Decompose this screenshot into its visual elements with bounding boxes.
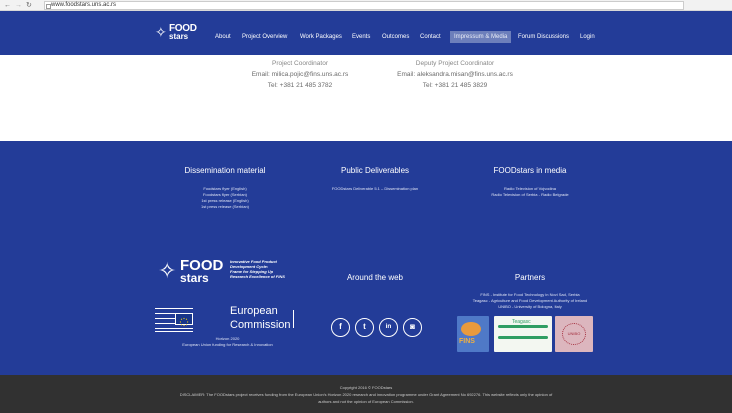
dissemination-title: Dissemination material [184, 166, 266, 175]
nav-impressum-media[interactable]: Impressum & Media [450, 31, 512, 43]
nav-login[interactable]: Login [580, 33, 595, 41]
european-commission-logo: European Commission [155, 304, 300, 334]
forward-icon[interactable]: → [15, 1, 22, 10]
back-icon[interactable]: ← [4, 1, 11, 10]
running-figure-icon: ✧ [158, 258, 177, 283]
contact-email[interactable]: Email: aleksandra.misan@fins.uns.ac.rs [380, 69, 530, 80]
contact-email[interactable]: Email: milica.pojic@fins.uns.ac.rs [230, 69, 370, 80]
twitter-icon[interactable]: t [355, 318, 374, 337]
instagram-icon[interactable]: ◙ [403, 318, 422, 337]
fins-logo[interactable]: FINS [457, 316, 489, 352]
contact-role: Project Coordinator [272, 60, 328, 67]
nav-contact[interactable]: Contact [420, 33, 441, 41]
eu-flag-icon [175, 313, 193, 327]
facebook-icon[interactable]: f [331, 318, 350, 337]
contact-role: Deputy Project Coordinator [415, 60, 495, 67]
nav-outcomes[interactable]: Outcomes [382, 33, 409, 41]
around-web-title: Around the web [346, 273, 404, 282]
nav-project-overview[interactable]: Project Overview [242, 33, 287, 41]
unibo-logo[interactable]: UNIBO [555, 316, 593, 352]
copyright-bar: Copyright 2016 © FOODstars DISCLAIMER: T… [0, 375, 732, 413]
eu-funding-label: European Union funding for Research & In… [182, 342, 273, 347]
reload-icon[interactable]: ↻ [26, 1, 32, 10]
contact-phone: Tel: +381 21 485 3829 [422, 82, 488, 89]
contact-phone: Tel: +381 21 485 3782 [267, 82, 333, 89]
teagasc-logo[interactable]: Teagasc [494, 316, 552, 352]
nav-about[interactable]: About [215, 33, 231, 41]
nav-forum-discussions[interactable]: Forum Discussions [518, 33, 569, 41]
foodstars-logo[interactable]: ✧ FOOD stars [155, 24, 197, 42]
partner-line: UNIBO - University of Bologna, Italy [498, 304, 562, 309]
site-navbar: ✧ FOOD stars About Project Overview Work… [0, 11, 732, 55]
deputy-coordinator-block: Deputy Project Coordinator Email: aleksa… [380, 58, 530, 91]
partners-title: Partners [514, 273, 546, 282]
address-bar[interactable]: www.foodstars.uns.ac.rs [44, 1, 684, 10]
deliverable-link[interactable]: FOODstars Deliverable 5.1 – Disseminatio… [305, 186, 445, 192]
nav-work-packages[interactable]: Work Packages [300, 33, 342, 41]
copyright-text: Copyright 2016 © FOODstars [339, 385, 393, 390]
media-title: FOODstars in media [493, 166, 567, 175]
nav-events[interactable]: Events [352, 33, 370, 41]
site-footer: Dissemination material Foodstars flyer (… [0, 141, 732, 375]
browser-toolbar: ← → ↻ www.foodstars.uns.ac.rs [0, 0, 732, 11]
disclaimer-text: DISCLAIMER: The FOODstars project receiv… [179, 392, 553, 397]
running-figure-icon: ✧ [155, 24, 167, 40]
dissemination-link[interactable]: 1st press release (Serbian) [165, 204, 285, 210]
project-coordinator-block: Project Coordinator Email: milica.pojic@… [230, 58, 370, 91]
disclaimer-text-cont: authors and not the opinion of European … [318, 399, 414, 404]
media-link[interactable]: Radio Television of Serbia - Radio Belgr… [460, 192, 600, 198]
deliverables-title: Public Deliverables [340, 166, 410, 175]
linkedin-icon[interactable]: in [379, 318, 398, 337]
foodstars-footer-logo: ✧ FOOD stars Innovative Food Product Dev… [158, 258, 298, 294]
logo-tagline: Innovative Food Product Development Cycl… [230, 259, 285, 279]
